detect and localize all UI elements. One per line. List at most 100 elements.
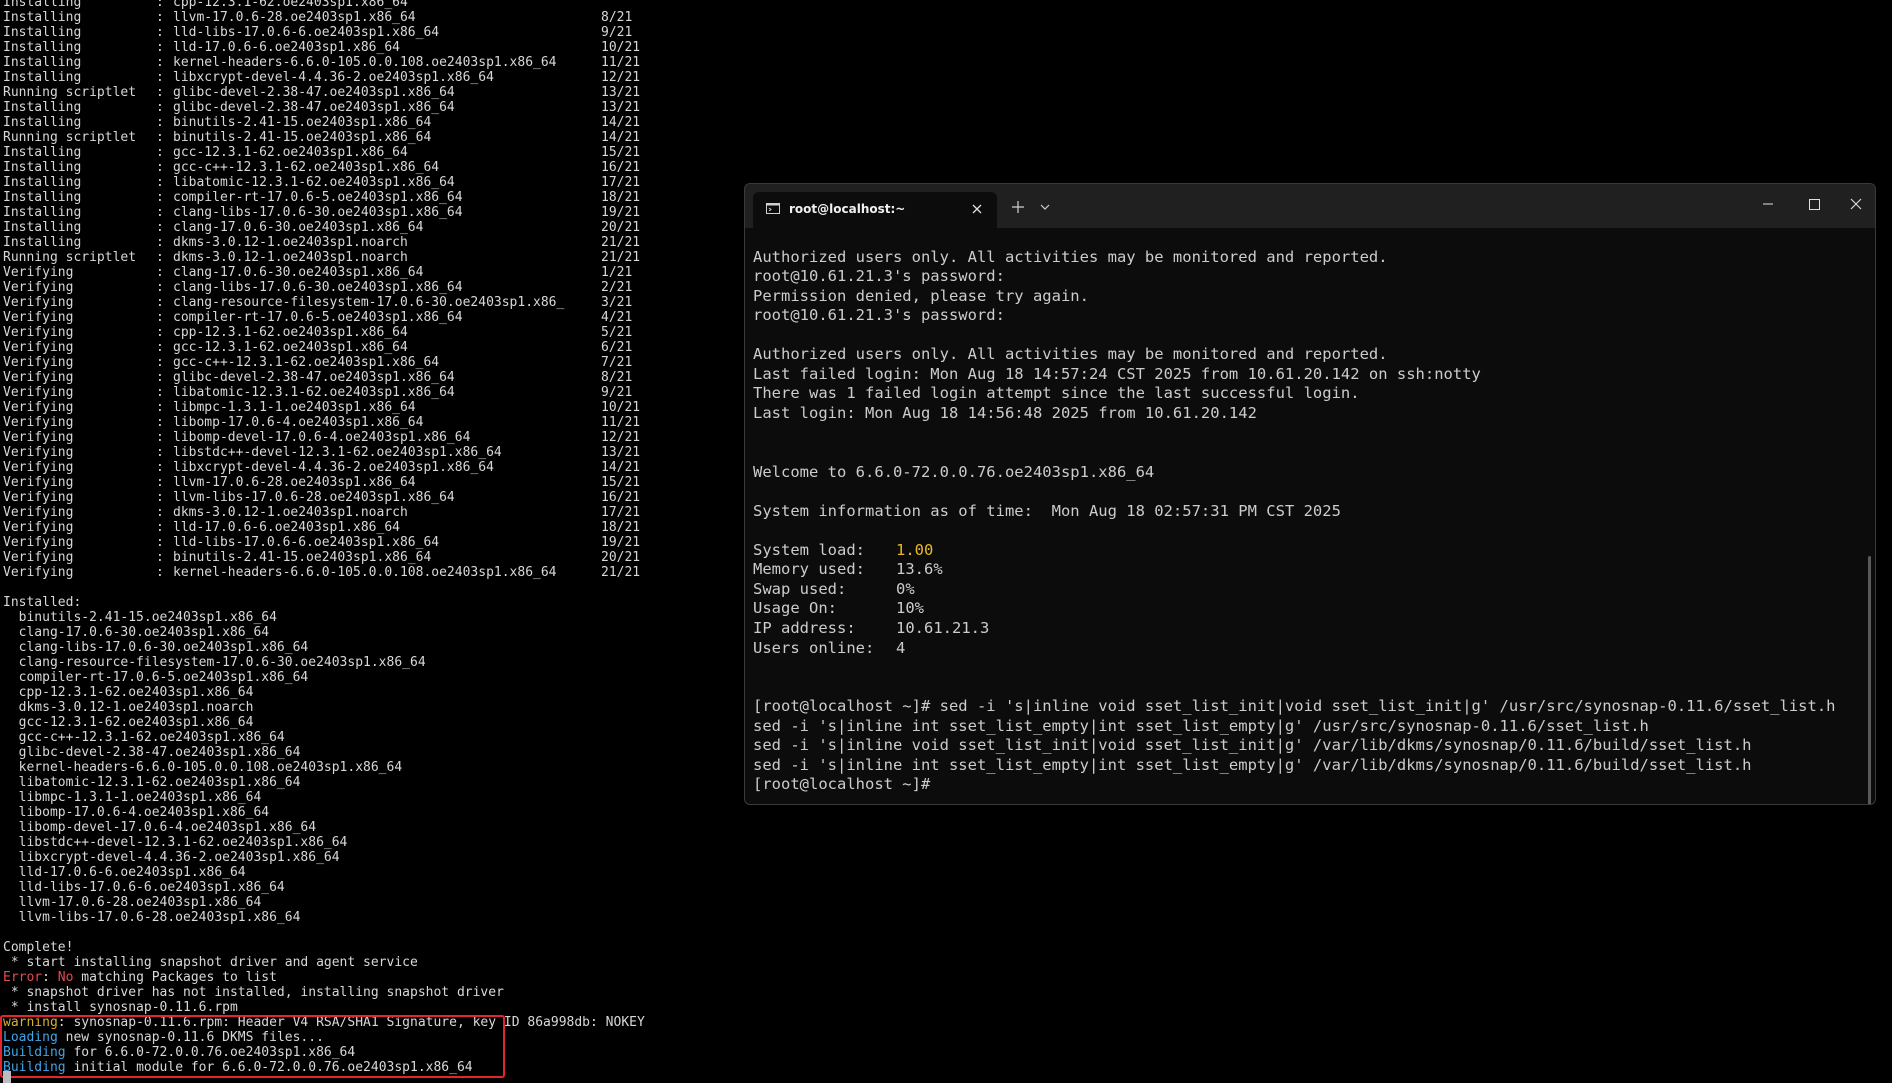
- terminal-line-col: :: [156, 70, 164, 85]
- terminal-line-col: Installing: [3, 205, 82, 220]
- terminal-line-col: libatomic-12.3.1-62.oe2403sp1.x86_64: [173, 175, 455, 190]
- terminal-line-col: 19/21: [601, 205, 641, 220]
- chevron-down-icon[interactable]: [1039, 202, 1051, 212]
- sysinfo-value: 10.61.21.3: [896, 619, 990, 637]
- terminal-line-col: 17/21: [601, 175, 641, 190]
- terminal-line-col: :: [156, 40, 164, 55]
- terminal-line-col: :: [156, 550, 164, 565]
- terminal-line-col: lld-libs-17.0.6-6.oe2403sp1.x86_64: [173, 25, 440, 40]
- terminal-line-col: 5/21: [601, 325, 633, 340]
- terminal-line: kernel-headers-6.6.0-105.0.0.108.oe2403s…: [3, 760, 403, 775]
- terminal-line-col: libomp-17.0.6-4.oe2403sp1.x86_64: [173, 415, 424, 430]
- terminal-line-col: Verifying: [3, 280, 74, 295]
- terminal-line-col: clang-17.0.6-30.oe2403sp1.x86_64: [173, 265, 424, 280]
- terminal-line: lld-17.0.6-6.oe2403sp1.x86_64: [3, 865, 246, 880]
- terminal-line-col: 14/21: [601, 115, 641, 130]
- terminal-line-col: :: [156, 535, 164, 550]
- terminal-line-col: libmpc-1.3.1-1.oe2403sp1.x86_64: [173, 400, 416, 415]
- terminal-line-col: :: [156, 0, 164, 10]
- terminal-line-col: lld-17.0.6-6.oe2403sp1.x86_64: [173, 520, 400, 535]
- terminal-line: * start installing snapshot driver and a…: [3, 955, 418, 970]
- terminal-line-col: Installing: [3, 115, 82, 130]
- terminal-line-col: :: [156, 280, 164, 295]
- close-icon[interactable]: [969, 201, 985, 217]
- background-terminal-output[interactable]: Installing: cpp-12.3.1-62.oe2403sp1.x86_6…: [0, 0, 740, 1083]
- terminal-line-col: :: [156, 205, 164, 220]
- terminal-line: Complete!: [3, 940, 74, 955]
- terminal-line-col: kernel-headers-6.6.0-105.0.0.108.oe2403s…: [173, 565, 557, 580]
- terminal-line-col: compiler-rt-17.0.6-5.oe2403sp1.x86_64: [173, 310, 463, 325]
- terminal-line-col: compiler-rt-17.0.6-5.oe2403sp1.x86_64: [173, 190, 463, 205]
- terminal-line-col: Installing: [3, 10, 82, 25]
- terminal-line: Permission denied, please try again.: [753, 286, 1089, 305]
- terminal-line: lld-libs-17.0.6-6.oe2403sp1.x86_64: [3, 880, 285, 895]
- terminal-line-col: kernel-headers-6.6.0-105.0.0.108.oe2403s…: [173, 55, 557, 70]
- terminal-line-col: Running scriptlet: [3, 130, 137, 145]
- terminal-line-col: :: [156, 370, 164, 385]
- terminal-line-col: :: [156, 100, 164, 115]
- terminal-line-col: Verifying: [3, 460, 74, 475]
- terminal-line-col: :: [156, 400, 164, 415]
- terminal-line-col: 18/21: [601, 190, 641, 205]
- terminal-line-col: 4/21: [601, 310, 633, 325]
- terminal-line-col: :: [156, 55, 164, 70]
- terminal-session-output[interactable]: Authorized users only. All activities ma…: [745, 228, 1875, 804]
- terminal-line-col: dkms-3.0.12-1.oe2403sp1.noarch: [173, 250, 408, 265]
- sysinfo-label: System load:: [753, 540, 865, 559]
- terminal-line: sed -i 's|inline int sset_list_empty|int…: [753, 755, 1752, 774]
- terminal-line: System information as of time: Mon Aug 1…: [753, 501, 1341, 520]
- terminal-line-col: Installing: [3, 70, 82, 85]
- terminal-line-col: 21/21: [601, 250, 641, 265]
- terminal-line: clang-libs-17.0.6-30.oe2403sp1.x86_64: [3, 640, 309, 655]
- terminal-line: llvm-libs-17.0.6-28.oe2403sp1.x86_64: [3, 910, 301, 925]
- terminal-line-col: :: [156, 355, 164, 370]
- terminal-line-col: :: [156, 235, 164, 250]
- terminal-line-col: Verifying: [3, 295, 74, 310]
- terminal-line: Authorized users only. All activities ma…: [753, 345, 1388, 364]
- terminal-line-col: 7/21: [601, 355, 633, 370]
- terminal-line-col: 10/21: [601, 40, 641, 55]
- terminal-line-col: 1/21: [601, 265, 633, 280]
- close-icon[interactable]: [1837, 184, 1875, 224]
- window-titlebar[interactable]: root@localhost:~: [745, 184, 1875, 228]
- terminal-line-col: Installing: [3, 190, 82, 205]
- terminal-line-col: Verifying: [3, 430, 74, 445]
- scrollbar[interactable]: [1868, 556, 1871, 804]
- terminal-icon: [766, 203, 780, 214]
- terminal-line-col: Installing: [3, 100, 82, 115]
- terminal-line-col: :: [156, 190, 164, 205]
- terminal-line: llvm-17.0.6-28.oe2403sp1.x86_64: [3, 895, 262, 910]
- minimize-icon[interactable]: [1745, 184, 1791, 224]
- terminal-line-col: :: [156, 115, 164, 130]
- terminal-line-col: :: [156, 310, 164, 325]
- terminal-line-col: Verifying: [3, 565, 74, 580]
- terminal-line-col: 8/21: [601, 10, 633, 25]
- terminal-window[interactable]: root@localhost:~ Authorized users only. …: [744, 183, 1876, 805]
- terminal-line-col: :: [156, 475, 164, 490]
- terminal-line: root@10.61.21.3's password:: [753, 267, 1005, 286]
- terminal-line-col: :: [156, 160, 164, 175]
- terminal-line-col: 11/21: [601, 55, 641, 70]
- maximize-icon[interactable]: [1791, 184, 1837, 224]
- terminal-line-col: :: [156, 415, 164, 430]
- terminal-line-col: :: [156, 565, 164, 580]
- terminal-line: libomp-17.0.6-4.oe2403sp1.x86_64: [3, 805, 270, 820]
- terminal-line-col: 3/21: [601, 295, 633, 310]
- sysinfo-label: Users online:: [753, 638, 875, 657]
- terminal-line: [root@localhost ~]#: [753, 775, 931, 794]
- plus-icon[interactable]: [1011, 200, 1025, 214]
- terminal-line-col: 15/21: [601, 475, 641, 490]
- terminal-line: root@10.61.21.3's password:: [753, 306, 1005, 325]
- terminal-line-col: libxcrypt-devel-4.4.36-2.oe2403sp1.x86_6…: [173, 70, 494, 85]
- terminal-line-col: :: [156, 220, 164, 235]
- terminal-line-col: Verifying: [3, 325, 74, 340]
- terminal-line-col: dkms-3.0.12-1.oe2403sp1.noarch: [173, 505, 408, 520]
- sysinfo-value: 0%: [896, 579, 915, 598]
- tab-root-localhost[interactable]: root@localhost:~: [753, 192, 997, 228]
- terminal-line-col: Verifying: [3, 355, 74, 370]
- terminal-line: Welcome to 6.6.0-72.0.0.76.oe2403sp1.x86…: [753, 462, 1155, 481]
- terminal-line-col: :: [156, 385, 164, 400]
- terminal-line-col: Installing: [3, 175, 82, 190]
- terminal-line: clang-17.0.6-30.oe2403sp1.x86_64: [3, 625, 270, 640]
- terminal-line-col: :: [156, 520, 164, 535]
